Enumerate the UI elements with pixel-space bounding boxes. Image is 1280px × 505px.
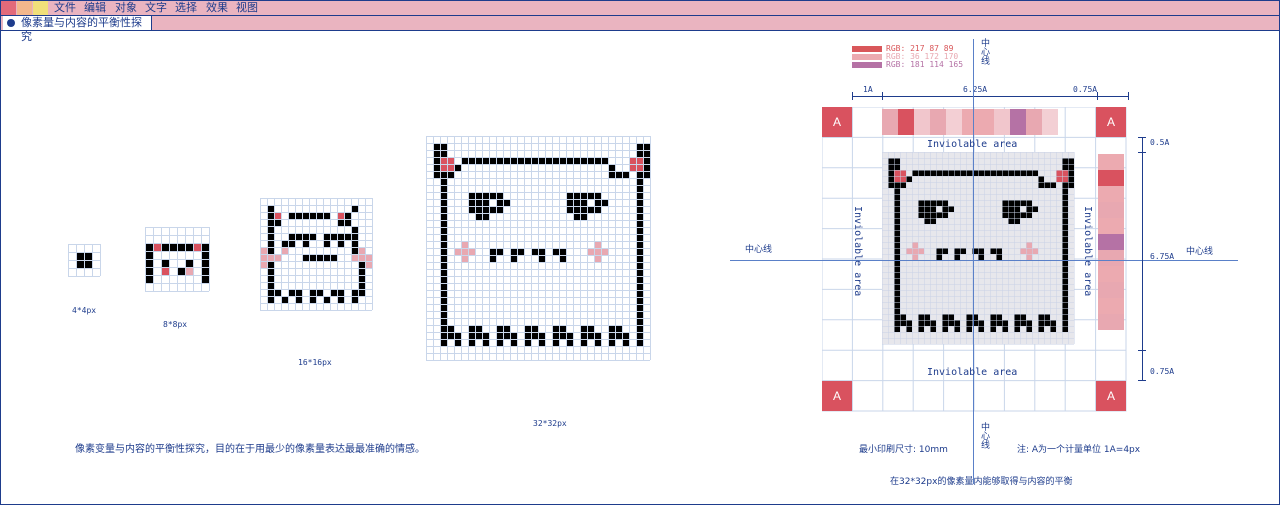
menu-item-select[interactable]: 选择 [175, 1, 197, 15]
right-measure-tick [1138, 380, 1146, 381]
menu-item-view[interactable]: 视图 [236, 1, 258, 15]
center-line-bottom-label: 中心线 [979, 422, 989, 449]
swatch-pink [852, 54, 882, 60]
maximize-window-button[interactable] [33, 1, 48, 15]
menu-bar: 文件 编辑 对象 文字 选择 效果 视图 [1, 1, 1279, 16]
center-line-vertical [973, 39, 974, 484]
corner-a-bottom-right: A [1096, 381, 1126, 411]
inviolable-right: Inviolable area [1082, 206, 1093, 297]
right-measure-05a: 0.5A [1150, 138, 1170, 147]
label-4px: 4*4px [72, 306, 97, 315]
corner-a-bottom-left: A [822, 381, 852, 411]
right-measure-tick [1138, 137, 1146, 138]
right-measure-tick [1138, 350, 1146, 351]
description-caption: 像素变量与内容的平衡性探究，目的在于用最少的像素量表达最最准确的情感。 [75, 444, 425, 455]
swatch-purple [852, 62, 882, 68]
tab-bar: 像素量与内容的平衡性探究 [1, 16, 1279, 43]
tab-dot-icon [7, 19, 15, 27]
corner-a-top-right: A [1096, 107, 1126, 137]
center-line-left-label: 中心线 [745, 245, 773, 255]
unit-note: 注: A为一个计量单位 1A=4px [1017, 445, 1141, 455]
sprite-16px [260, 198, 373, 311]
inviolable-top: Inviolable area [927, 139, 1018, 150]
min-print-size: 最小印刷尺寸: 10mm [859, 445, 948, 455]
document-tab-label: 像素量与内容的平衡性探究 [21, 16, 142, 43]
inviolable-bottom: Inviolable area [927, 367, 1018, 378]
sprite-8px [145, 227, 210, 292]
right-measure-tick [1138, 152, 1146, 153]
top-measure-1a: 1A [863, 85, 873, 94]
label-16px: 16*16px [298, 358, 332, 367]
corner-a-top-left: A [822, 107, 852, 137]
swatch-red [852, 46, 882, 52]
top-measure-tick [852, 92, 853, 100]
top-measure-line [852, 96, 1129, 97]
center-line-right-label: 中心线 [1186, 247, 1214, 257]
top-measure-tick [882, 92, 883, 100]
close-window-button[interactable] [1, 1, 16, 15]
label-8px: 8*8px [163, 320, 188, 329]
diagram-caption: 在32*32px的像素量内能够取得与内容的平衡 [890, 477, 1073, 487]
top-measure-tick [1097, 92, 1098, 100]
right-measure-675a: 6.75A [1150, 252, 1175, 261]
top-measure-075a: 0.75A [1073, 85, 1098, 94]
center-line-top-label: 中心线 [979, 38, 989, 65]
top-measure-tick [1128, 92, 1129, 100]
top-measure-625a: 6.25A [963, 85, 988, 94]
right-measure-line [1142, 137, 1143, 380]
inviolable-left: Inviolable area [852, 206, 863, 297]
spec-diagram: RGB: 217 87 89 RGB: 36 172 170 RGB: 181 … [730, 34, 1240, 494]
minimize-window-button[interactable] [17, 1, 32, 15]
sprite-32px [426, 136, 651, 361]
menu-item-text[interactable]: 文字 [145, 1, 167, 15]
document-tab[interactable]: 像素量与内容的平衡性探究 [3, 16, 152, 43]
label-32px: 32*32px [533, 419, 567, 428]
right-measure-075a: 0.75A [1150, 367, 1175, 376]
menu-item-effect[interactable]: 效果 [206, 1, 228, 15]
menu-item-file[interactable]: 文件 [54, 1, 76, 15]
sprite-4px [68, 244, 101, 277]
menu-item-edit[interactable]: 编辑 [84, 1, 106, 15]
swatch-purple-label: RGB: 181 114 165 [886, 60, 964, 69]
menu-item-object[interactable]: 对象 [115, 1, 137, 15]
